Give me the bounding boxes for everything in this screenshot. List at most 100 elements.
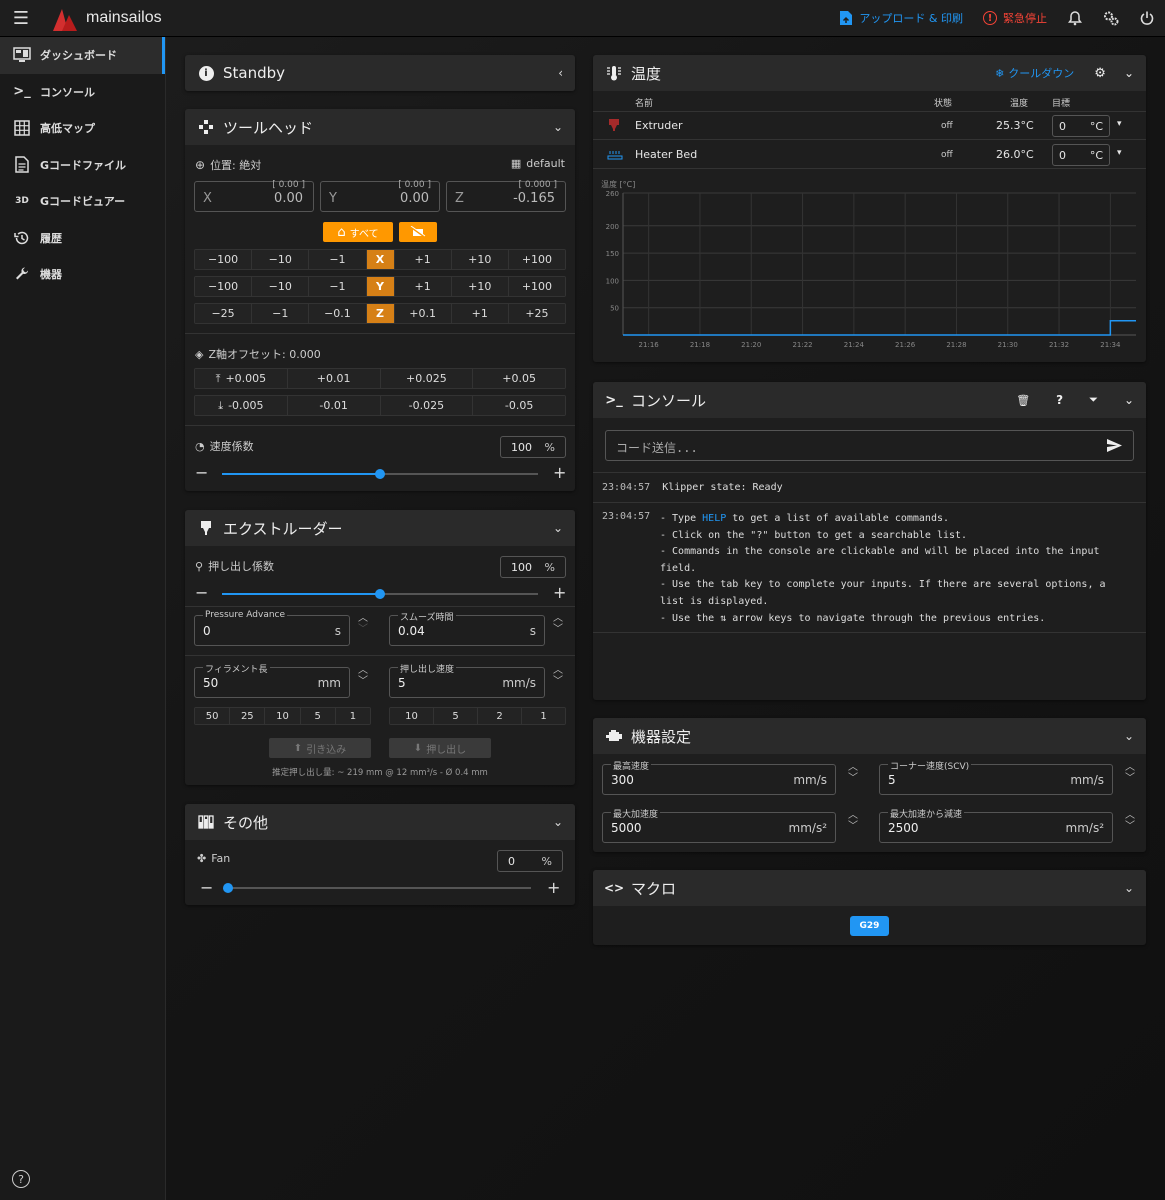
chevron-up-icon[interactable]: ︿ [846, 762, 860, 773]
help-command-link[interactable]: HELP [702, 513, 726, 524]
sidebar-item-console[interactable]: >_ コンソール [0, 74, 165, 111]
minus-icon[interactable]: − [195, 463, 208, 482]
help-icon[interactable]: ? [12, 1170, 30, 1188]
chevron-up-icon[interactable]: ︿ [1123, 810, 1137, 821]
chevron-up-icon[interactable]: ︿ [846, 810, 860, 821]
chevron-down-icon[interactable]: ⌄ [553, 120, 563, 134]
minus-icon[interactable]: − [195, 583, 208, 602]
chevron-down-icon[interactable]: ⌄ [553, 521, 563, 535]
minus-icon[interactable]: − [200, 878, 213, 897]
home-z-button[interactable]: Z [366, 304, 395, 323]
max-accel-to-decel-stepper[interactable]: ︿ ﹀ [1123, 810, 1137, 832]
console-message[interactable]: Klipper state: Ready [662, 482, 782, 493]
caret-down-icon[interactable]: ▾ [1117, 148, 1122, 158]
slider-thumb[interactable] [223, 883, 233, 893]
plus-icon[interactable]: + [547, 878, 560, 897]
speed-factor-slider[interactable] [222, 469, 538, 479]
jog-y-minus1-button[interactable]: −1 [309, 277, 367, 296]
chevron-down-icon[interactable]: ﹀ [1123, 821, 1137, 832]
jog-y-plus10-button[interactable]: +10 [451, 277, 509, 296]
jog-x-plus10-button[interactable]: +10 [451, 250, 509, 269]
jog-z-minus1-button[interactable]: −1 [252, 304, 310, 323]
flow-factor-slider[interactable] [222, 589, 538, 599]
home-all-button[interactable]: ⌂ すべて [323, 222, 393, 242]
fan-speed-input[interactable]: 0 % [497, 850, 563, 872]
max-accel-field[interactable]: 最大加速度 5000 mm/s² [602, 807, 836, 843]
plus-icon[interactable]: + [553, 463, 566, 482]
console-input[interactable]: コード送信... [605, 430, 1134, 461]
jog-y-minus10-button[interactable]: −10 [252, 277, 310, 296]
jog-y-plus1-button[interactable]: +1 [394, 277, 452, 296]
zoffset-down-001-button[interactable]: -0.01 [287, 396, 381, 415]
chevron-up-icon[interactable]: ︿ [551, 613, 565, 624]
max-velocity-field[interactable]: 最高速度 300 mm/s [602, 759, 836, 795]
jog-z-plus01-button[interactable]: +0.1 [394, 304, 452, 323]
length-preset-button[interactable]: 25 [230, 708, 266, 724]
chevron-down-icon[interactable]: ⌄ [1124, 393, 1134, 407]
sidebar-item-history[interactable]: 履歴 [0, 220, 165, 257]
chevron-down-icon[interactable]: ﹀ [356, 676, 370, 687]
sidebar-item-gcode-files[interactable]: Gコードファイル [0, 147, 165, 184]
sidebar-item-machine[interactable]: 機器 [0, 256, 165, 293]
retract-button[interactable]: ⬆ 引き込み [269, 738, 371, 758]
jog-x-plus1-button[interactable]: +1 [394, 250, 452, 269]
plus-icon[interactable]: + [553, 583, 566, 602]
square-corner-velocity-stepper[interactable]: ︿ ﹀ [1123, 762, 1137, 784]
jog-x-plus100-button[interactable]: +100 [508, 250, 565, 269]
chevron-up-icon[interactable]: ︿ [356, 665, 370, 676]
notifications-bell-icon[interactable] [1057, 0, 1093, 37]
sidebar-item-heightmap[interactable]: 高低マップ [0, 110, 165, 147]
flow-factor-input[interactable]: 100 % [500, 556, 566, 578]
home-y-button[interactable]: Y [366, 277, 395, 296]
zoffset-down-0025-button[interactable]: -0.025 [380, 396, 474, 415]
slider-thumb[interactable] [375, 469, 385, 479]
extrude-speed-stepper[interactable]: ︿ ﹀ [551, 665, 565, 687]
zoffset-up-0005-button[interactable]: ⤒ +0.005 [195, 369, 288, 388]
square-corner-velocity-field[interactable]: コーナー速度(SCV) 5 mm/s [879, 759, 1113, 795]
slider-thumb[interactable] [375, 589, 385, 599]
speed-preset-button[interactable]: 2 [478, 708, 522, 724]
jog-z-minus25-button[interactable]: −25 [195, 304, 253, 323]
cooldown-button[interactable]: ❄ クールダウン [995, 65, 1074, 81]
max-accel-to-decel-field[interactable]: 最大加速から減速 2500 mm/s² [879, 807, 1113, 843]
speed-preset-button[interactable]: 1 [522, 708, 565, 724]
length-preset-button[interactable]: 5 [300, 708, 336, 724]
smooth-time-field[interactable]: スムーズ時間 0.04 s [389, 610, 545, 646]
menu-icon[interactable]: ☰ [0, 0, 42, 37]
help-icon[interactable]: ? [1056, 393, 1063, 407]
zoffset-down-0005-button[interactable]: ⤓ -0.005 [195, 396, 288, 415]
chevron-down-icon[interactable]: ⌄ [1124, 881, 1134, 895]
max-velocity-stepper[interactable]: ︿ ﹀ [846, 762, 860, 784]
speed-preset-button[interactable]: 5 [434, 708, 478, 724]
max-accel-stepper[interactable]: ︿ ﹀ [846, 810, 860, 832]
speed-factor-input[interactable]: 100 % [500, 436, 566, 458]
zoffset-up-001-button[interactable]: +0.01 [287, 369, 381, 388]
emergency-stop-button[interactable]: ! 緊急停止 [973, 0, 1057, 37]
sidebar-item-dashboard[interactable]: ダッシュボード [0, 37, 165, 74]
zoffset-up-005-button[interactable]: +0.05 [473, 369, 565, 388]
chevron-down-icon[interactable]: ﹀ [846, 821, 860, 832]
length-preset-button[interactable]: 50 [195, 708, 231, 724]
trash-icon[interactable]: 🗑 [1016, 394, 1030, 407]
filament-length-stepper[interactable]: ︿ ﹀ [356, 665, 370, 687]
pressure-advance-field[interactable]: Pressure Advance 0 s [194, 610, 350, 646]
pressure-advance-stepper[interactable]: ︿ ﹀ [356, 613, 370, 635]
target-temp-input[interactable]: 0 °C [1052, 115, 1110, 137]
jog-y-minus100-button[interactable]: −100 [195, 277, 253, 296]
jog-x-minus10-button[interactable]: −10 [252, 250, 310, 269]
chevron-up-icon[interactable]: ︿ [1123, 762, 1137, 773]
filter-icon[interactable]: ⏷ [1089, 393, 1098, 407]
gear-icon[interactable]: ⚙ [1094, 66, 1106, 81]
filament-length-field[interactable]: フィラメント長 50 mm [194, 662, 350, 698]
motors-off-button[interactable] [399, 222, 437, 242]
home-x-button[interactable]: X [366, 250, 395, 269]
length-preset-button[interactable]: 10 [265, 708, 301, 724]
chevron-up-icon[interactable]: ︿ [551, 665, 565, 676]
jog-y-plus100-button[interactable]: +100 [508, 277, 565, 296]
chevron-up-icon[interactable]: ︿ [356, 613, 370, 624]
smooth-time-stepper[interactable]: ︿ ﹀ [551, 613, 565, 635]
macro-g29-button[interactable]: G29 [850, 916, 889, 936]
jog-z-minus01-button[interactable]: −0.1 [309, 304, 367, 323]
chevron-down-icon[interactable]: ﹀ [356, 624, 370, 635]
extrude-button[interactable]: ⬇ 押し出し [389, 738, 491, 758]
